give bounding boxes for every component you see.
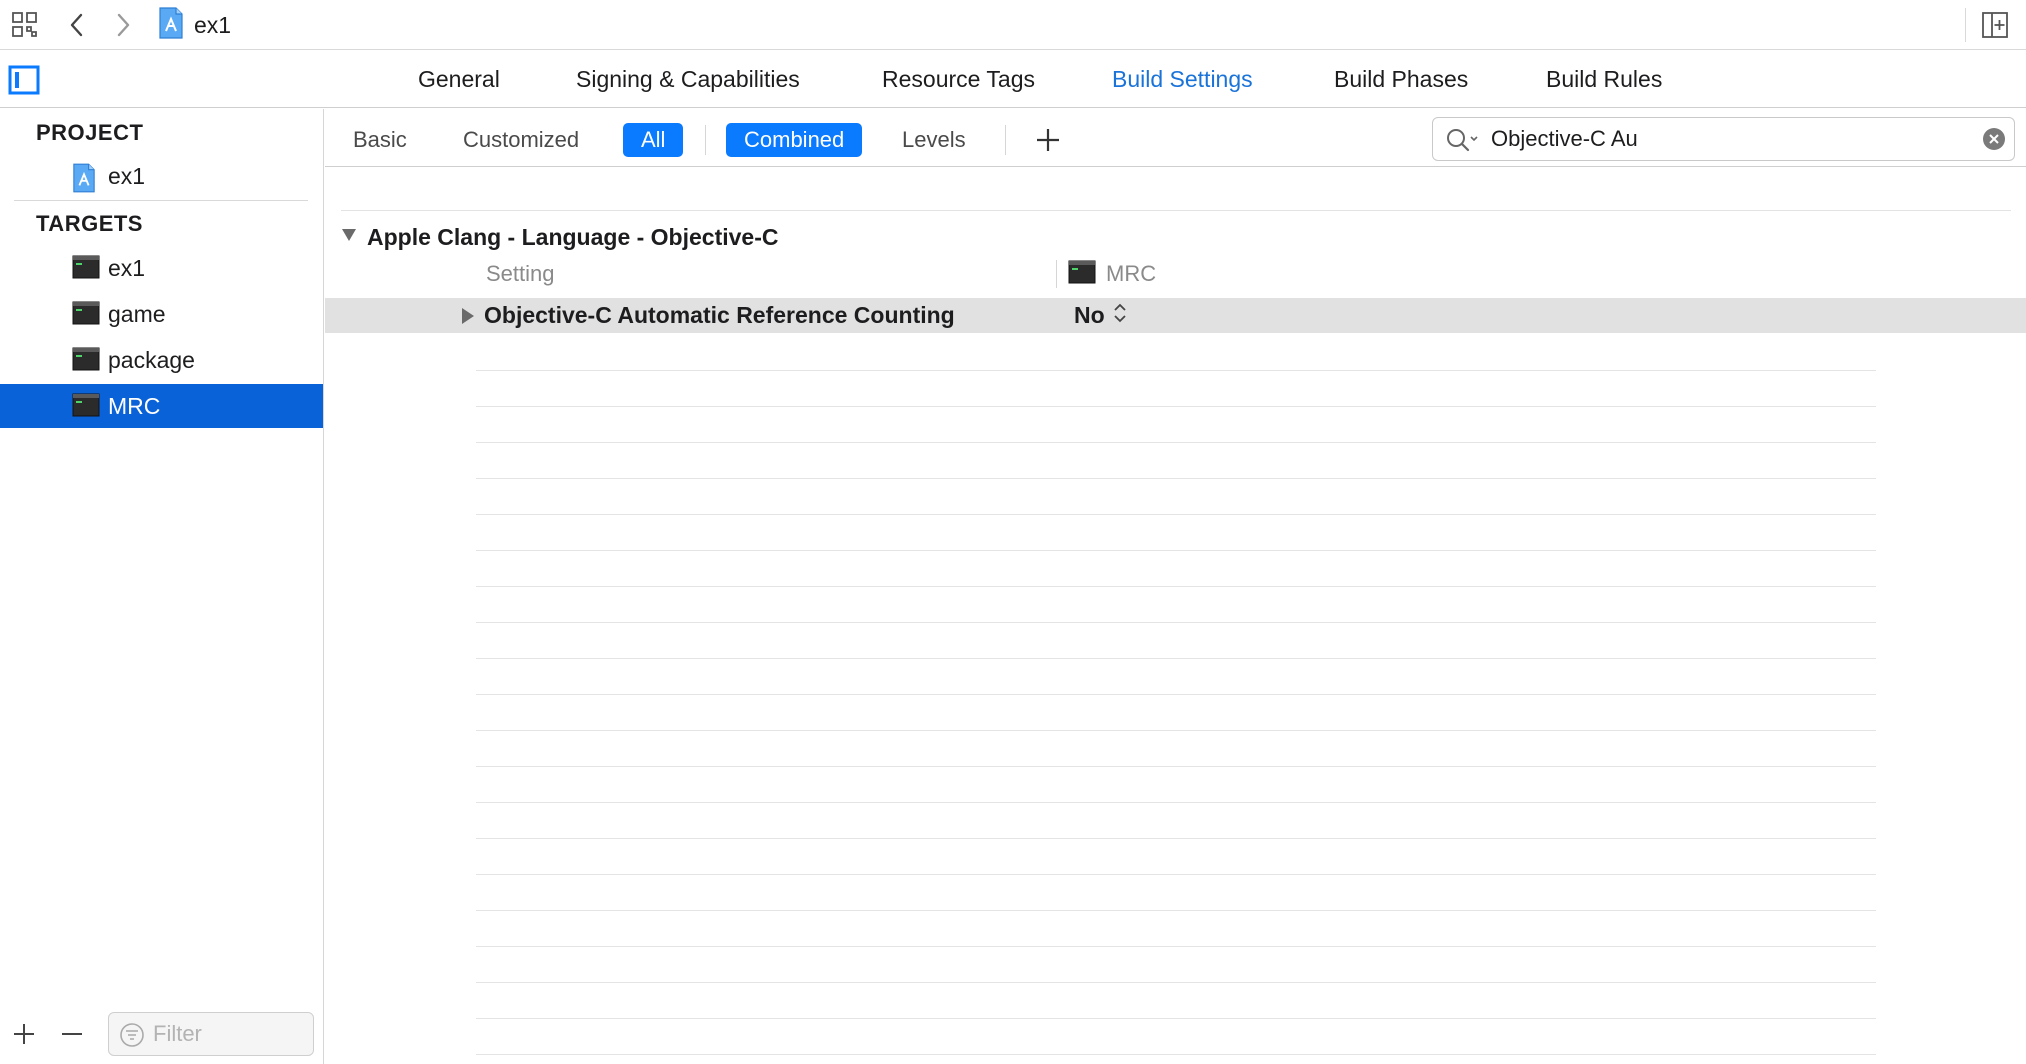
row-separator xyxy=(476,694,1876,695)
tab-build-rules[interactable]: Build Rules xyxy=(1546,50,1662,108)
filter-customized-button[interactable]: Customized xyxy=(463,123,579,157)
target-item-ex1[interactable]: ex1 xyxy=(0,246,323,290)
grid-icon[interactable] xyxy=(6,6,44,44)
disclosure-closed-icon[interactable] xyxy=(461,307,475,330)
project-navigator: PROJECT ex1 TARGETS ex1 game package MRC xyxy=(0,109,324,1064)
row-separator xyxy=(476,874,1876,875)
row-separator xyxy=(476,730,1876,731)
column-header-target-label: MRC xyxy=(1106,261,1157,286)
search-input[interactable]: Objective-C Au xyxy=(1491,118,1638,160)
breadcrumb[interactable]: ex1 xyxy=(158,6,231,44)
tab-general[interactable]: General xyxy=(418,50,500,108)
row-separator xyxy=(476,622,1876,623)
project-item-ex1[interactable]: ex1 xyxy=(0,154,323,198)
project-item-label: ex1 xyxy=(108,162,146,189)
setting-row[interactable]: Objective-C Automatic Reference Counting… xyxy=(325,298,2026,333)
add-editor-icon[interactable] xyxy=(1976,6,2014,44)
navigator-filter-field[interactable]: Filter xyxy=(108,1012,314,1056)
filter-icon xyxy=(119,1022,145,1053)
targets-section-header: TARGETS xyxy=(36,211,143,236)
tab-build-phases[interactable]: Build Phases xyxy=(1334,50,1468,108)
editor-tab-bar: General Signing & Capabilities Resource … xyxy=(0,50,2026,108)
tab-signing-capabilities[interactable]: Signing & Capabilities xyxy=(576,50,800,108)
column-header-target: MRC xyxy=(1068,260,1156,288)
navigator-footer: Filter xyxy=(0,1004,323,1064)
build-settings-toolbar: Basic Customized All Combined Levels Obj… xyxy=(325,109,2026,167)
setting-value-popup[interactable]: No xyxy=(1074,298,1127,333)
target-item-label: ex1 xyxy=(108,254,146,281)
search-icon xyxy=(1445,127,1481,158)
breadcrumb-file-label: ex1 xyxy=(194,11,232,38)
stepper-chevrons-icon xyxy=(1113,302,1127,329)
terminal-target-icon xyxy=(72,347,100,376)
section-rule xyxy=(341,210,2011,211)
target-item-game[interactable]: game xyxy=(0,292,323,336)
row-separator xyxy=(476,766,1876,767)
tab-build-settings[interactable]: Build Settings xyxy=(1112,50,1253,108)
settings-group-header[interactable]: Apple Clang - Language - Objective-C xyxy=(341,222,778,252)
row-separator xyxy=(476,838,1876,839)
clear-search-icon[interactable] xyxy=(1982,127,2006,156)
row-separator xyxy=(476,802,1876,803)
column-divider xyxy=(1056,260,1057,288)
add-target-button[interactable] xyxy=(8,1018,40,1050)
row-separator xyxy=(476,658,1876,659)
row-separator xyxy=(476,406,1876,407)
row-separator xyxy=(476,370,1876,371)
navigator-divider xyxy=(14,200,308,201)
target-item-label: MRC xyxy=(108,392,161,419)
filter-all-button[interactable]: All xyxy=(623,123,684,157)
terminal-target-icon xyxy=(72,255,100,284)
toolbar-divider xyxy=(1965,8,1966,42)
target-item-label: game xyxy=(108,300,166,327)
project-file-icon xyxy=(72,163,96,198)
terminal-target-icon xyxy=(72,301,100,330)
column-header-setting: Setting xyxy=(486,261,555,286)
row-separator xyxy=(476,1018,1876,1019)
build-settings-table: Apple Clang - Language - Objective-C Set… xyxy=(325,168,2026,1064)
filter-basic-button[interactable]: Basic xyxy=(353,123,407,157)
add-setting-button[interactable] xyxy=(1031,123,1065,157)
disclosure-open-icon[interactable] xyxy=(341,228,357,247)
view-combined-button[interactable]: Combined xyxy=(726,123,863,157)
terminal-target-icon xyxy=(72,393,100,422)
row-separator xyxy=(476,1054,1876,1055)
filter-placeholder: Filter xyxy=(153,1021,202,1046)
setting-value: No xyxy=(1074,302,1105,328)
forward-chevron-icon[interactable] xyxy=(104,6,142,44)
row-separator xyxy=(476,910,1876,911)
row-separator xyxy=(476,586,1876,587)
target-item-package[interactable]: package xyxy=(0,338,323,382)
settings-search-field[interactable]: Objective-C Au xyxy=(1432,117,2015,161)
segment-divider xyxy=(1005,125,1006,155)
row-separator xyxy=(476,946,1876,947)
row-separator xyxy=(476,514,1876,515)
target-item-label: package xyxy=(108,346,195,373)
tab-resource-tags[interactable]: Resource Tags xyxy=(882,50,1035,108)
view-levels-button[interactable]: Levels xyxy=(902,123,966,157)
row-separator xyxy=(476,550,1876,551)
setting-name: Objective-C Automatic Reference Counting xyxy=(484,302,955,328)
row-separator xyxy=(476,442,1876,443)
project-file-icon xyxy=(158,6,184,44)
row-separator xyxy=(476,478,1876,479)
segment-divider xyxy=(705,125,706,155)
terminal-target-icon xyxy=(1068,260,1096,289)
jump-bar: ex1 xyxy=(0,0,2026,50)
row-separator xyxy=(476,982,1876,983)
target-item-mrc[interactable]: MRC xyxy=(0,384,323,428)
settings-group-title: Apple Clang - Language - Objective-C xyxy=(367,223,779,250)
project-section-header: PROJECT xyxy=(36,120,144,145)
back-chevron-icon[interactable] xyxy=(58,6,96,44)
sidebar-toggle-icon[interactable] xyxy=(8,65,40,95)
remove-target-button[interactable] xyxy=(56,1018,88,1050)
